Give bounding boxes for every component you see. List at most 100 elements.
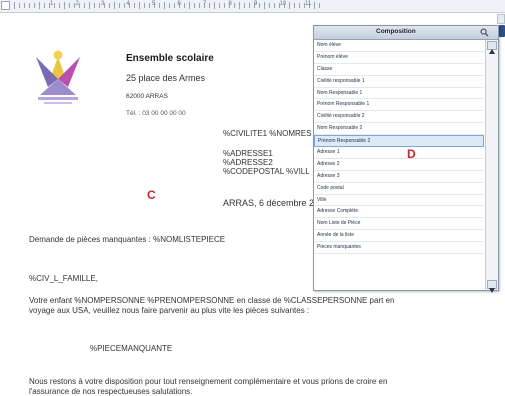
ruler-tick bbox=[244, 3, 245, 8]
ruler-tick bbox=[64, 2, 65, 9]
ruler-number: 8 bbox=[228, 1, 232, 7]
list-item[interactable]: Adresse 2 bbox=[314, 159, 484, 171]
ruler-tick bbox=[24, 3, 25, 8]
field-date-line: ARRAS, 6 décembre 2 bbox=[223, 198, 315, 208]
list-item[interactable]: Classe bbox=[314, 64, 484, 76]
ruler-tick bbox=[159, 3, 160, 8]
ruler-tick bbox=[19, 3, 20, 8]
ruler-tick bbox=[199, 3, 200, 8]
chevron-up-icon bbox=[489, 49, 495, 54]
ruler-number: 7 bbox=[203, 1, 207, 7]
organisation-address: 25 place des Armes bbox=[126, 73, 206, 83]
scroll-up-button[interactable] bbox=[487, 41, 497, 54]
ruler-tick bbox=[29, 3, 30, 8]
organisation-city: 62000 ARRAS bbox=[126, 93, 168, 100]
search-icon[interactable] bbox=[480, 28, 489, 37]
ruler-tick bbox=[219, 3, 220, 8]
ruler-tick bbox=[299, 3, 300, 8]
ruler-number: 1 bbox=[50, 1, 54, 7]
ruler-tick bbox=[149, 3, 150, 8]
ruler-tick bbox=[169, 3, 170, 8]
ruler-number: 11 bbox=[305, 1, 312, 7]
field-adresse2: %ADRESSE2 bbox=[223, 158, 273, 167]
organisation-phone: Tél. : 03 00 00 00 00 bbox=[126, 110, 186, 117]
list-item[interactable]: Nom élève bbox=[314, 40, 484, 52]
list-item[interactable]: Adresse 1 bbox=[314, 147, 484, 159]
ruler-tick bbox=[139, 2, 140, 9]
ruler-tick bbox=[44, 3, 45, 8]
list-item[interactable]: Prénom Responsable 1 bbox=[314, 99, 484, 112]
field-codepostal: %CODEPOSTAL %VILL bbox=[223, 167, 310, 176]
ruler-tick bbox=[209, 3, 210, 8]
ruler-tick bbox=[89, 2, 90, 9]
list-item[interactable]: Prénom Responsable 2 bbox=[314, 135, 484, 148]
list-item[interactable]: Nom Responsable 1 bbox=[314, 88, 484, 100]
ruler-number: 3 bbox=[101, 1, 105, 7]
panel-scrollbar[interactable] bbox=[485, 40, 498, 293]
ruler-corner[interactable] bbox=[1, 1, 10, 10]
list-item[interactable]: Pièces manquantes bbox=[314, 242, 484, 255]
body-line-2: voyage aux USA, veuillez nous faire parv… bbox=[29, 306, 310, 315]
ruler-tick bbox=[189, 2, 190, 9]
ruler-tick bbox=[164, 2, 165, 9]
list-item[interactable]: Nom Liste de Pièce bbox=[314, 218, 484, 231]
ruler-tick bbox=[294, 3, 295, 8]
ruler-tick bbox=[319, 3, 320, 8]
closing-line-1: Nous restons à votre disposition pour to… bbox=[29, 377, 388, 386]
list-item[interactable]: Adresse Complète bbox=[314, 206, 484, 219]
field-pieces: %PIECEMANQUANTE bbox=[90, 344, 173, 353]
ruler-tick bbox=[94, 3, 95, 8]
ruler-tick bbox=[79, 3, 80, 8]
ruler-tick bbox=[264, 2, 265, 9]
ruler-tick bbox=[269, 3, 270, 8]
organisation-name: Ensemble scolaire bbox=[126, 53, 214, 64]
list-item[interactable]: Civilité responsable 2 bbox=[314, 111, 484, 124]
field-demande: Demande de pièces manquantes : %NOMLISTE… bbox=[29, 235, 226, 244]
ruler-tick bbox=[84, 3, 85, 8]
list-item[interactable]: Année de la liste bbox=[314, 230, 484, 243]
ruler: 1 2 3 4 5 6 7 8 9 10 11 bbox=[0, 0, 505, 13]
closing-line-2: l'assurance de nos respectueuses salutat… bbox=[29, 387, 193, 396]
list-item[interactable]: Prénom élève bbox=[314, 52, 484, 64]
ruler-tick bbox=[119, 3, 120, 8]
ruler-tick bbox=[124, 3, 125, 8]
list-item[interactable]: Code postal bbox=[314, 183, 484, 195]
list-item[interactable]: Nom Responsable 2 bbox=[314, 123, 484, 136]
list-item[interactable]: Civilité responsable 1 bbox=[314, 76, 484, 88]
ruler-tick bbox=[314, 2, 315, 9]
body-line-1: Votre enfant %NOMPERSONNE %PRENOMPERSONN… bbox=[29, 296, 395, 305]
ruler-number: 9 bbox=[254, 1, 258, 7]
marker-d: D bbox=[407, 147, 416, 161]
panel-title: Composition bbox=[376, 28, 416, 35]
field-adresse1: %ADRESSE1 bbox=[223, 149, 273, 158]
ruler-number: 6 bbox=[177, 1, 181, 7]
ruler-tick bbox=[114, 2, 115, 9]
ruler-tick bbox=[69, 3, 70, 8]
panel-header: Composition bbox=[314, 26, 498, 40]
list-item[interactable]: Adresse 3 bbox=[314, 171, 484, 183]
ruler-tick bbox=[239, 2, 240, 9]
ruler-tick bbox=[259, 3, 260, 8]
ruler-tick bbox=[234, 3, 235, 8]
school-logo bbox=[36, 50, 80, 104]
scroll-down-button[interactable] bbox=[487, 280, 497, 293]
ruler-tick bbox=[54, 3, 55, 8]
ruler-tick bbox=[144, 3, 145, 8]
ruler-tick bbox=[99, 3, 100, 8]
field-salutation: %CIV_L_FAMILLE, bbox=[29, 274, 98, 283]
ruler-tick bbox=[59, 3, 60, 8]
ruler-number: 2 bbox=[75, 1, 79, 7]
ruler-tick bbox=[14, 2, 15, 9]
panel-close-bar[interactable] bbox=[497, 14, 505, 24]
pin-icon[interactable] bbox=[499, 25, 505, 37]
ruler-tick bbox=[214, 2, 215, 9]
list-item[interactable]: Ville bbox=[314, 195, 484, 207]
ruler-tick bbox=[174, 3, 175, 8]
field-civilite-nom: %CIVILITE1 %NOMRES bbox=[223, 129, 312, 138]
ruler-number: 4 bbox=[126, 1, 130, 7]
ruler-tick bbox=[224, 3, 225, 8]
marker-c: C bbox=[147, 188, 156, 202]
ruler-tick bbox=[39, 2, 40, 9]
ruler-tick bbox=[34, 3, 35, 8]
ruler-tick bbox=[274, 3, 275, 8]
